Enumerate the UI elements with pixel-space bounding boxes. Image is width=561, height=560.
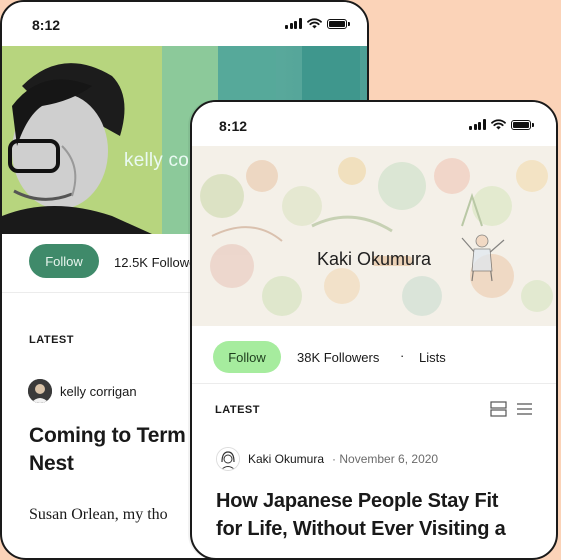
post-excerpt: Susan Orlean, my tho [29, 506, 168, 523]
post-date: · November 6, 2020 [332, 452, 439, 466]
follow-button[interactable]: Follow [29, 244, 99, 278]
card-view-icon[interactable] [490, 401, 507, 417]
post-author[interactable]: kelly corrigan [28, 379, 137, 403]
status-time: 8:12 [32, 17, 61, 33]
post-title-line: for Life, Without Ever Visiting a [216, 518, 506, 540]
signal-icon [469, 119, 486, 130]
status-icons [285, 18, 350, 29]
followers-count[interactable]: 38K Followers [297, 350, 379, 365]
view-toggle [490, 401, 533, 417]
separator-dot: · [400, 348, 405, 363]
author-name: kelly corrigan [60, 383, 137, 399]
status-bar: 8:12 [192, 102, 556, 148]
follow-button[interactable]: Follow [213, 341, 281, 373]
profile-name: Kaki Okumura [316, 249, 432, 269]
battery-icon [326, 18, 350, 29]
profile-header-illustration: Kaki Okumura [192, 146, 556, 326]
author-name: Kaki Okumura [248, 452, 325, 466]
post-author[interactable]: Kaki Okumura · November 6, 2020 [216, 447, 438, 471]
front-phone-screen: 8:12 Kaki Okumura Follow 38K Followers ·… [190, 100, 558, 560]
wifi-icon [306, 18, 322, 29]
author-avatar [216, 447, 240, 471]
status-icons [469, 119, 534, 130]
latest-section-label: LATEST [29, 334, 74, 346]
follow-row: Follow 38K Followers · Lists [192, 340, 556, 380]
signal-icon [285, 18, 302, 29]
lists-link[interactable]: Lists [419, 350, 446, 365]
post-title[interactable]: How Japanese People Stay Fit for Life, W… [216, 487, 536, 543]
status-time: 8:12 [219, 118, 248, 134]
post-title-line: How Japanese People Stay Fit [216, 490, 499, 512]
author-avatar [28, 379, 52, 403]
status-bar: 8:12 [2, 2, 367, 48]
profile-name: kelly co [124, 150, 189, 171]
list-view-icon[interactable] [516, 401, 533, 417]
wifi-icon [490, 119, 506, 130]
battery-icon [510, 119, 534, 130]
divider [192, 383, 556, 384]
followers-count[interactable]: 12.5K Followe [114, 255, 196, 270]
latest-section-label: LATEST [215, 404, 260, 416]
author-portrait [2, 46, 162, 234]
food-illustration [192, 146, 556, 326]
